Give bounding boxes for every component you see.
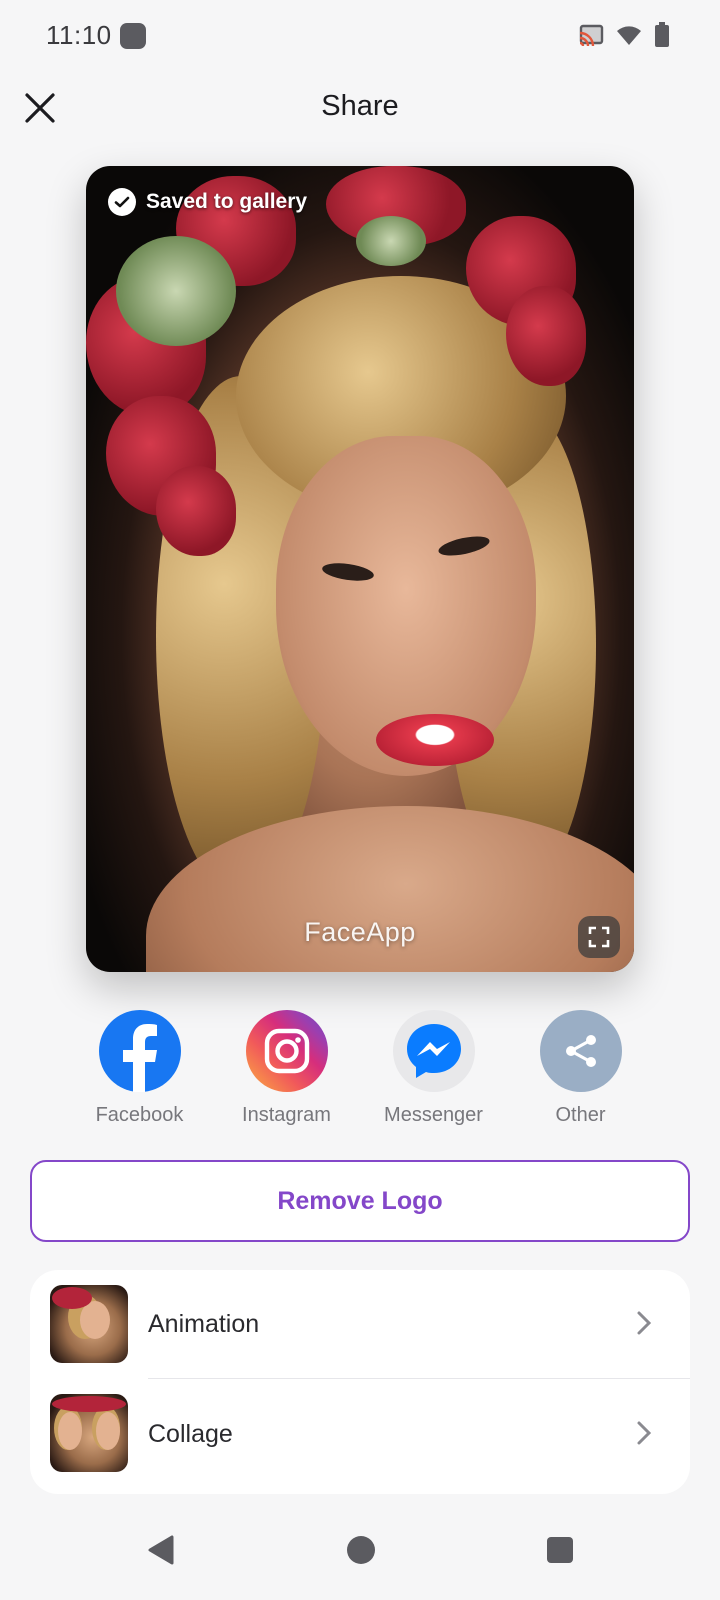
saved-label: Saved to gallery	[146, 190, 308, 213]
page-title: Share	[321, 90, 399, 122]
flower-leaves	[116, 236, 236, 346]
fullscreen-icon	[588, 926, 610, 948]
share-label: Facebook	[95, 1104, 184, 1126]
share-label: Messenger	[384, 1104, 483, 1126]
navigation-bar	[0, 1500, 720, 1600]
instagram-icon	[245, 1010, 328, 1092]
divider	[148, 1378, 690, 1379]
status-time: 11:10	[46, 20, 112, 50]
fullscreen-button[interactable]	[578, 916, 620, 958]
watermark: FaceApp	[304, 917, 416, 947]
share-targets: Facebook Instagram Messenger Other	[66, 1010, 654, 1127]
back-icon	[148, 1535, 174, 1565]
remove-logo-button[interactable]: Remove Logo	[30, 1160, 690, 1242]
home-icon	[347, 1536, 375, 1564]
animation-thumbnail	[50, 1285, 128, 1363]
share-instagram[interactable]: Instagram	[213, 1010, 360, 1127]
option-label: Collage	[148, 1419, 233, 1448]
share-label: Instagram	[242, 1104, 331, 1126]
header: Share	[0, 72, 720, 152]
collage-thumbnail	[50, 1394, 128, 1472]
status-icons	[578, 22, 670, 48]
recents-icon	[547, 1537, 573, 1563]
options-card: Animation Collage	[30, 1270, 690, 1494]
chevron-right-icon	[637, 1421, 652, 1445]
photo-preview[interactable]: Saved to gallery FaceApp	[86, 166, 634, 972]
flower	[156, 466, 236, 556]
flower	[506, 286, 586, 386]
app-notification-icon	[120, 23, 146, 49]
share-other[interactable]: Other	[507, 1010, 654, 1127]
flower-leaves	[356, 216, 426, 266]
option-collage[interactable]: Collage	[30, 1380, 690, 1488]
home-button[interactable]	[346, 1535, 376, 1565]
facebook-icon	[98, 1010, 181, 1092]
check-icon	[108, 188, 136, 216]
back-button[interactable]	[146, 1534, 176, 1566]
saved-badge: Saved to gallery	[108, 188, 307, 216]
messenger-icon	[392, 1010, 475, 1092]
share-label: Other	[555, 1104, 606, 1126]
option-animation[interactable]: Animation	[30, 1270, 690, 1378]
lips	[376, 714, 494, 766]
share-facebook[interactable]: Facebook	[66, 1010, 213, 1127]
share-messenger[interactable]: Messenger	[360, 1010, 507, 1127]
cast-icon	[579, 24, 604, 47]
share-icon	[539, 1010, 622, 1092]
status-bar: 11:10	[0, 0, 720, 72]
wifi-icon	[617, 26, 641, 45]
option-label: Animation	[148, 1309, 260, 1338]
recents-button[interactable]	[546, 1536, 574, 1564]
battery-icon	[655, 22, 669, 47]
chevron-right-icon	[637, 1311, 652, 1335]
